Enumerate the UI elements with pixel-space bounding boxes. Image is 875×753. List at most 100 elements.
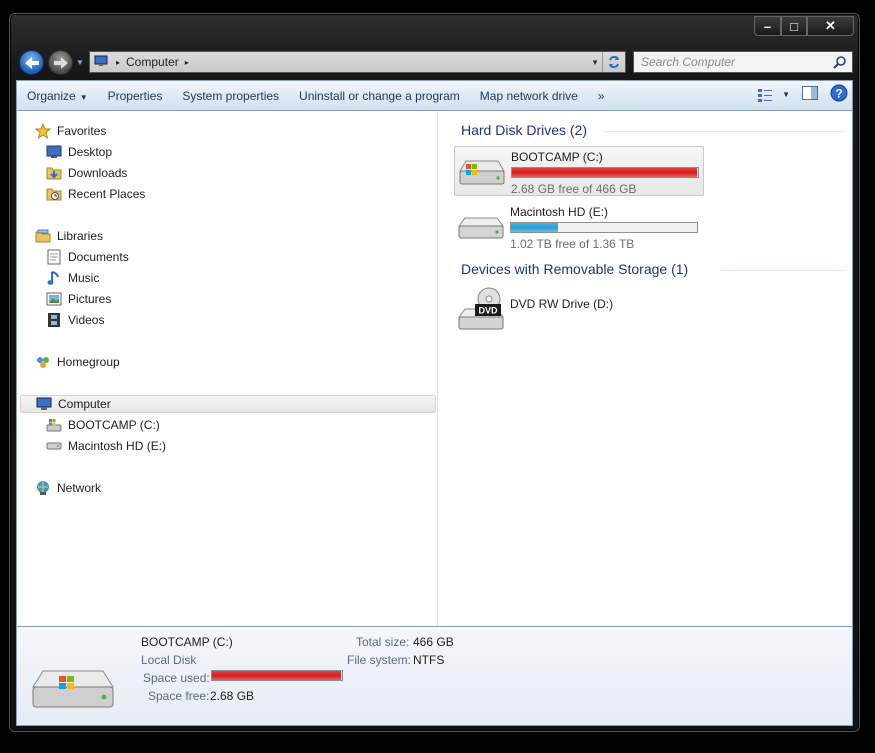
nav-label: BOOTCAMP (C:) <box>68 418 160 432</box>
map-network-drive-button[interactable]: Map network drive <box>470 89 588 103</box>
drive-usage-bar <box>510 222 698 233</box>
help-icon: ? <box>830 84 848 102</box>
navigation-bar: ▼ ▸ Computer ▸ ▼ Search Computer <box>10 48 859 78</box>
downloads-folder-icon <box>46 165 62 181</box>
nav-label: Desktop <box>68 145 113 159</box>
explorer-window: – □ ✕ ▼ ▸ Computer ▸ ▼ Search Computer O… <box>9 13 860 732</box>
nav-label: Videos <box>68 313 105 327</box>
search-icon[interactable] <box>833 55 847 72</box>
film-strip-icon <box>46 312 62 328</box>
drives-view: Hard Disk Drives (2) BOOTCAMP (C:) 2.68 … <box>438 111 852 626</box>
hard-drive-icon <box>457 216 505 245</box>
recent-places-icon <box>46 186 62 202</box>
group-divider <box>603 131 846 132</box>
properties-button[interactable]: Properties <box>98 89 173 103</box>
svg-text:DVD: DVD <box>478 306 498 316</box>
address-dropdown-icon[interactable]: ▼ <box>591 58 599 67</box>
group-header-hard-disks[interactable]: Hard Disk Drives (2) <box>461 122 587 138</box>
drive-tile-macintosh[interactable]: Macintosh HD (E:) 1.02 TB free of 1.36 T… <box>454 202 704 252</box>
nav-homegroup[interactable]: Homegroup <box>35 353 120 371</box>
nav-music[interactable]: Music <box>46 269 99 287</box>
nav-label: Downloads <box>68 166 128 180</box>
drive-tile-bootcamp[interactable]: BOOTCAMP (C:) 2.68 GB free of 466 GB <box>454 146 704 196</box>
refresh-button[interactable] <box>602 52 625 72</box>
nav-computer[interactable]: Computer <box>20 395 436 413</box>
navigation-pane: Favorites Desktop Downloads Recent Place… <box>17 111 438 626</box>
uninstall-program-button[interactable]: Uninstall or change a program <box>289 89 470 103</box>
nav-label: Documents <box>68 250 129 264</box>
nav-label: Network <box>57 481 102 495</box>
drive-name: Macintosh HD (E:) <box>510 205 609 219</box>
computer-icon <box>36 396 52 412</box>
drive-name: BOOTCAMP (C:) <box>511 150 603 164</box>
drive-tile-dvd[interactable]: DVD DVD RW Drive (D:) <box>454 283 704 335</box>
address-separator[interactable]: ▸ <box>185 58 189 67</box>
space-used-label: Space used: <box>143 671 210 685</box>
system-properties-button[interactable]: System properties <box>172 89 289 103</box>
svg-text:?: ? <box>835 87 842 101</box>
refresh-icon <box>609 56 619 68</box>
address-separator[interactable]: ▸ <box>116 58 120 67</box>
file-system-label: File system: <box>347 653 412 667</box>
forward-button[interactable] <box>48 50 73 75</box>
music-note-icon <box>46 270 62 286</box>
details-pane: BOOTCAMP (C:) Local Disk Space used: Spa… <box>16 626 853 726</box>
recent-pages-dropdown[interactable]: ▼ <box>76 58 84 67</box>
search-placeholder[interactable]: Search Computer <box>641 55 735 69</box>
organize-button[interactable]: Organize ▼ <box>17 89 98 103</box>
minimize-button[interactable]: – <box>754 16 781 36</box>
back-button[interactable] <box>19 50 44 75</box>
homegroup-icon <box>35 354 51 370</box>
group-header-removable[interactable]: Devices with Removable Storage (1) <box>461 261 688 277</box>
nav-macintosh-drive[interactable]: Macintosh HD (E:) <box>46 437 166 455</box>
drive-free-space: 2.68 GB free of 466 GB <box>511 182 637 196</box>
nav-documents[interactable]: Documents <box>46 248 129 266</box>
details-usage-bar <box>211 670 343 681</box>
preview-pane-button[interactable] <box>802 86 818 103</box>
search-box[interactable]: Search Computer <box>633 51 853 73</box>
help-button[interactable]: ? <box>830 84 848 105</box>
nav-network[interactable]: Network <box>35 479 101 497</box>
nav-label: Homegroup <box>57 355 120 369</box>
drive-usage-fill <box>512 168 697 177</box>
drive-free-space: 1.02 TB free of 1.36 TB <box>510 237 635 251</box>
forward-arrow-icon <box>53 56 68 69</box>
desktop-icon <box>46 144 62 160</box>
file-system-value: NTFS <box>413 653 445 667</box>
windows-drive-icon <box>46 417 62 433</box>
chevron-down-icon: ▼ <box>79 92 88 102</box>
total-size-value: 466 GB <box>413 635 454 649</box>
hard-drive-icon <box>46 438 62 454</box>
drive-usage-bar <box>511 167 699 178</box>
windows-drive-icon <box>29 665 117 716</box>
nav-pictures[interactable]: Pictures <box>46 290 111 308</box>
nav-label: Libraries <box>57 229 104 243</box>
nav-favorites[interactable]: Favorites <box>35 122 106 140</box>
drive-name: DVD RW Drive (D:) <box>510 297 614 311</box>
address-bar[interactable]: ▸ Computer ▸ ▼ <box>89 51 626 73</box>
nav-videos[interactable]: Videos <box>46 311 104 329</box>
nav-label: Macintosh HD (E:) <box>68 439 167 453</box>
address-location[interactable]: Computer <box>126 55 179 69</box>
network-icon <box>35 480 51 496</box>
nav-label: Pictures <box>68 292 112 306</box>
close-button[interactable]: ✕ <box>807 16 854 36</box>
caption-buttons: – □ ✕ <box>754 16 854 36</box>
total-size-label: Total size: <box>356 635 410 649</box>
more-commands-button[interactable]: » <box>588 89 615 103</box>
change-view-button[interactable]: ▼ <box>758 88 790 102</box>
nav-bootcamp-drive[interactable]: BOOTCAMP (C:) <box>46 416 160 434</box>
pictures-icon <box>46 291 62 307</box>
details-drive-name: BOOTCAMP (C:) <box>141 635 233 649</box>
nav-label: Music <box>68 271 100 285</box>
content-area: Favorites Desktop Downloads Recent Place… <box>16 111 853 626</box>
back-arrow-icon <box>24 56 39 69</box>
nav-desktop[interactable]: Desktop <box>46 143 112 161</box>
nav-libraries[interactable]: Libraries <box>35 227 103 245</box>
nav-downloads[interactable]: Downloads <box>46 164 127 182</box>
chevron-down-icon: ▼ <box>782 90 790 99</box>
maximize-button[interactable]: □ <box>781 16 807 36</box>
nav-label: Computer <box>58 397 111 411</box>
nav-recent-places[interactable]: Recent Places <box>46 185 145 203</box>
space-free-label: Space free: <box>148 689 210 703</box>
